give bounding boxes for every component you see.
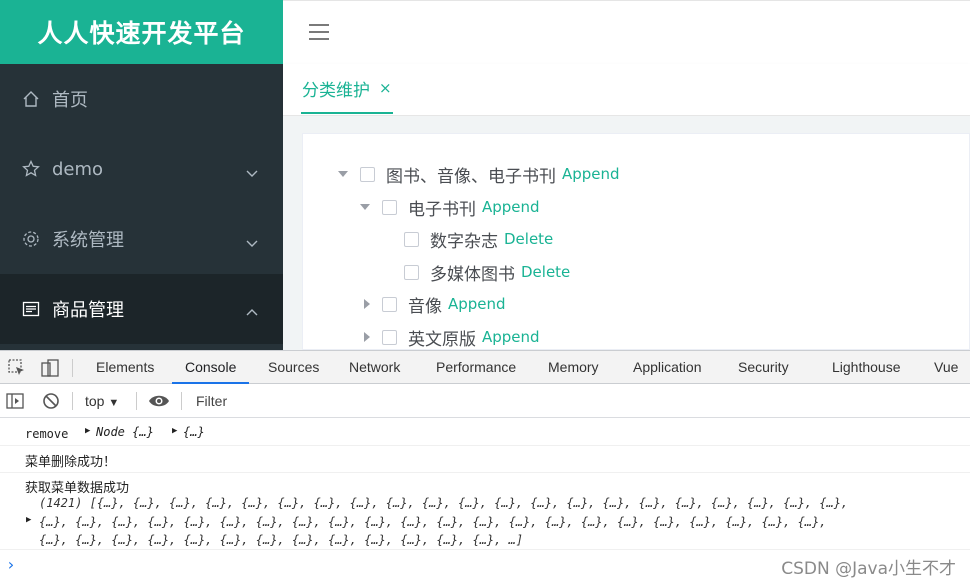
device-toolbar-icon[interactable]: [40, 358, 60, 382]
close-icon[interactable]: ×: [379, 79, 392, 97]
devtools-tab-network[interactable]: Network: [349, 351, 400, 384]
sidebar-item-products[interactable]: 商品管理: [0, 274, 283, 344]
context-label: top: [85, 393, 105, 409]
devtools-tab-bar: Elements Console Sources Network Perform…: [0, 350, 970, 384]
tree-node[interactable]: 英文原版 Append: [362, 322, 540, 350]
tree-node-label: 英文原版: [408, 329, 476, 350]
chevron-up-icon: [246, 303, 258, 324]
append-button[interactable]: Append: [562, 165, 620, 183]
sidebar-item-system[interactable]: 系统管理: [0, 204, 283, 274]
inspect-element-icon[interactable]: [8, 359, 26, 381]
tab-bar: 分类维护 ×: [283, 64, 970, 116]
tree-node-label: 数字杂志: [430, 231, 498, 252]
log-array-line[interactable]: (1421) [{…}, {…}, {…}, {…}, {…}, {…}, {……: [39, 496, 848, 510]
tree-node[interactable]: 音像 Append: [362, 289, 506, 319]
sidebar-item-label: demo: [52, 158, 104, 180]
log-text: 获取菜单数据成功: [25, 481, 130, 496]
tree-node-label: 电子书刊: [408, 199, 476, 220]
log-object[interactable]: Node {…}: [96, 425, 154, 439]
app-title: 人人快速开发平台: [0, 0, 283, 64]
eye-icon[interactable]: [148, 393, 170, 413]
sidebar-item-label: 首页: [52, 90, 88, 111]
tree-node-label: 图书、音像、电子书刊: [386, 166, 556, 187]
caret-right-icon[interactable]: [364, 299, 370, 309]
delete-button[interactable]: Delete: [521, 263, 570, 281]
console-message: 获取菜单数据成功 ▶ (1421) [{…}, {…}, {…}, {…}, {…: [0, 473, 970, 550]
log-text: remove: [25, 427, 69, 441]
log-array-line[interactable]: {…}, {…}, {…}, {…}, {…}, {…}, {…}, {…}, …: [39, 515, 826, 529]
devtools-tab-memory[interactable]: Memory: [548, 351, 599, 384]
tree-checkbox[interactable]: [382, 329, 397, 345]
devtools-tab-lighthouse[interactable]: Lighthouse: [832, 351, 901, 384]
star-icon: [21, 159, 41, 179]
tree-node[interactable]: 多媒体图书 Delete: [404, 257, 570, 287]
tree-node[interactable]: 数字杂志 Delete: [404, 224, 553, 254]
console-message: 菜单删除成功！: [0, 446, 970, 473]
append-button[interactable]: Append: [482, 328, 540, 346]
sidebar-item-label: 系统管理: [52, 230, 124, 251]
expand-arrow-icon[interactable]: ▶: [85, 426, 90, 436]
gear-icon: [21, 229, 41, 249]
devtools-tab-security[interactable]: Security: [738, 351, 789, 384]
tab-label: 分类维护: [302, 80, 370, 101]
tree-checkbox[interactable]: [382, 199, 397, 215]
caret-down-icon[interactable]: [338, 171, 348, 177]
devtools-tab-elements[interactable]: Elements: [96, 351, 154, 384]
tree-checkbox[interactable]: [404, 231, 419, 247]
console-prompt[interactable]: ›: [6, 555, 16, 574]
home-icon: [21, 89, 41, 109]
log-array-line[interactable]: {…}, {…}, {…}, {…}, {…}, {…}, {…}, {…}, …: [39, 533, 523, 547]
tree-checkbox[interactable]: [382, 296, 397, 312]
caret-down-icon[interactable]: [360, 204, 370, 210]
tree-checkbox[interactable]: [360, 166, 375, 182]
tab-category[interactable]: 分类维护 ×: [301, 64, 393, 114]
caret-right-icon[interactable]: [364, 332, 370, 342]
delete-button[interactable]: Delete: [504, 230, 553, 248]
append-button[interactable]: Append: [448, 295, 506, 313]
sidebar-toggle-icon[interactable]: [6, 392, 24, 414]
sidebar-item-label: 商品管理: [52, 300, 124, 321]
category-tree-card: 图书、音像、电子书刊 Append 电子书刊 Append 数字杂志 Delet…: [302, 133, 970, 350]
log-text: 菜单删除成功！: [25, 455, 117, 470]
watermark: CSDN @Java小生不才: [781, 559, 956, 579]
list-icon: [21, 299, 41, 319]
expand-arrow-icon[interactable]: ▶: [172, 426, 177, 436]
tree-node-label: 多媒体图书: [430, 264, 515, 285]
devtools-tab-vue[interactable]: Vue: [934, 351, 958, 384]
menu-toggle-icon[interactable]: [309, 24, 329, 42]
tree-node-label: 音像: [408, 296, 442, 317]
chevron-down-icon: [246, 233, 258, 254]
tree-node[interactable]: 电子书刊 Append: [360, 192, 540, 222]
devtools-tab-console[interactable]: Console: [172, 351, 250, 384]
console-message: remove ▶ Node {…} ▶ {…}: [0, 418, 970, 446]
clear-console-icon[interactable]: [42, 392, 60, 414]
sidebar-item-home[interactable]: 首页: [0, 64, 283, 134]
sidebar-item-demo[interactable]: demo: [0, 134, 283, 204]
append-button[interactable]: Append: [482, 198, 540, 216]
tree-checkbox[interactable]: [404, 264, 419, 280]
console-toolbar: top ▼: [0, 384, 970, 418]
sidebar: 首页 demo 系统管理 商品管理: [0, 64, 283, 350]
filter-input[interactable]: [190, 388, 970, 414]
log-object[interactable]: {…}: [183, 425, 205, 439]
tree-node[interactable]: 图书、音像、电子书刊 Append: [338, 159, 620, 189]
context-selector[interactable]: top ▼: [85, 393, 119, 409]
devtools-tab-performance[interactable]: Performance: [436, 351, 516, 384]
chevron-down-icon: [246, 163, 258, 184]
devtools-tab-sources[interactable]: Sources: [268, 351, 319, 384]
expand-arrow-icon[interactable]: ▶: [26, 515, 31, 525]
devtools-tab-application[interactable]: Application: [633, 351, 702, 384]
top-bar: [283, 0, 970, 64]
dropdown-arrow-icon: ▼: [108, 397, 120, 409]
